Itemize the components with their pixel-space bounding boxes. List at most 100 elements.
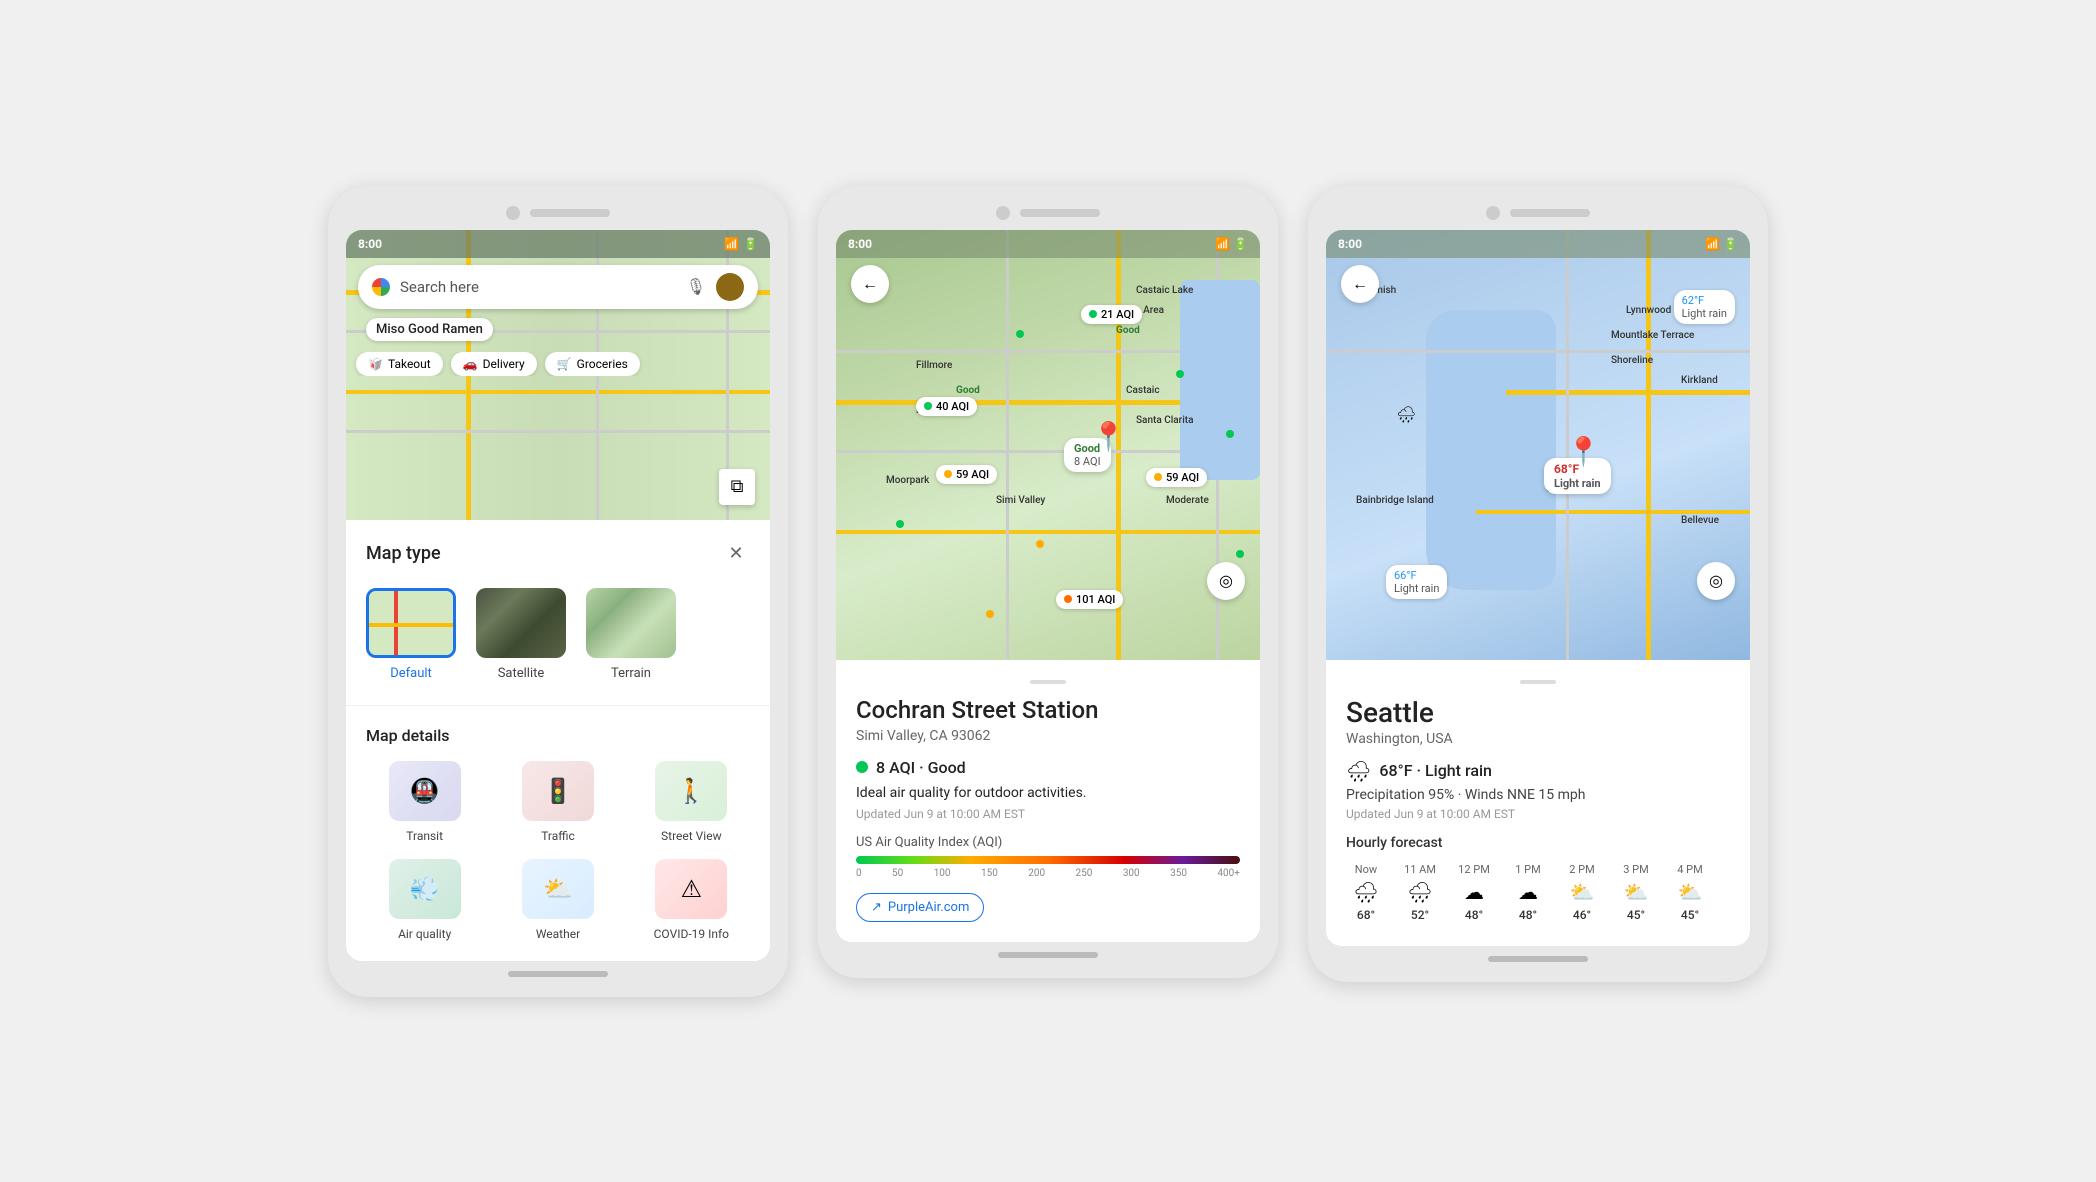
aqi-bar (856, 856, 1240, 864)
hourly-label: Hourly forecast (1346, 835, 1730, 851)
aqi-good-label-2: Good (956, 385, 980, 396)
hourly-time-3: 3 PM (1623, 863, 1648, 876)
hourly-time-11: 11 AM (1404, 863, 1436, 876)
location-name: Cochran Street Station (856, 696, 1240, 724)
phone-1-camera (506, 206, 520, 220)
search-bar[interactable]: Search here 🎙 (358, 265, 758, 309)
detail-transit[interactable]: 🚇 Transit (366, 761, 483, 843)
map-type-sheet: Map type ✕ Default Satellite (346, 520, 770, 961)
filter-groceries[interactable]: 🛒 Groceries (545, 352, 640, 376)
weather-city-kirkland: Kirkland (1681, 375, 1718, 386)
aqi-dot-4 (1154, 473, 1162, 481)
map-type-default[interactable]: Default (366, 588, 456, 681)
aqi-green-dot (856, 761, 868, 773)
street-view-icon: 🚶 (676, 777, 706, 805)
weather-city-mountlake: Mountlake Terrace (1611, 330, 1694, 341)
map-details-grid: 🚇 Transit 🚦 Traffic 🚶 St (366, 761, 750, 941)
status-time: 8:00 (358, 237, 382, 251)
hourly-2pm: 2 PM ⛅ 46° (1562, 863, 1602, 922)
phones-container: DC Engineering Group Noble Fab 8:00 📶 🔋 … (328, 186, 1768, 997)
phone-2-screen: Castaic Lake Rec. Area Fillmore Castaic … (836, 230, 1260, 942)
weather-back-button[interactable]: ← (1341, 265, 1379, 303)
weather-road-h3 (1326, 350, 1750, 353)
detail-air-quality[interactable]: 💨 Air quality (366, 859, 483, 941)
miso-ramen-label[interactable]: Miso Good Ramen (366, 318, 493, 341)
weather-temp-desc: 68°F · Light rain (1379, 761, 1492, 780)
search-text: Search here (400, 278, 676, 296)
weather-current: 🌧 68°F · Light rain (1346, 759, 1730, 783)
aqi-badge-1: 21 AQI (1081, 305, 1142, 324)
covid-icon-bg: ⚠ (655, 859, 727, 919)
home-bar-3 (1488, 956, 1588, 962)
layers-button[interactable]: ⧉ (719, 469, 755, 505)
aqi-scale-100: 100 (934, 868, 951, 879)
map-type-terrain[interactable]: Terrain (586, 588, 676, 681)
weather-status-time: 8:00 (1338, 237, 1362, 251)
rain-cloud-icon-1: 🌧 (1396, 405, 1416, 424)
mic-icon: 🎙 (686, 277, 706, 296)
aqi-scale-400: 400+ (1217, 868, 1240, 879)
map-status-bar: 8:00 📶 🔋 (346, 230, 770, 258)
purple-air-text: PurpleAir.com (888, 900, 969, 915)
filter-bar: 🥡 Takeout 🚗 Delivery 🛒 Groceries (346, 352, 770, 376)
detail-weather[interactable]: ⛅ Weather (499, 859, 616, 941)
map-type-satellite[interactable]: Satellite (476, 588, 566, 681)
battery-icon-2: 🔋 (1233, 237, 1248, 251)
city-name: Seattle (1346, 696, 1730, 729)
phone-3-screen: Lynnwood Mountlake Terrace Shoreline Kir… (1326, 230, 1750, 946)
aqi-dot-3 (944, 470, 952, 478)
hourly-time-1: 1 PM (1515, 863, 1540, 876)
road-h2 (346, 390, 770, 394)
detail-covid[interactable]: ⚠ COVID-19 Info (633, 859, 750, 941)
covid-icon: ⚠ (681, 875, 703, 903)
weather-city-lynnwood: Lynnwood (1626, 305, 1671, 316)
aqi-dot-5 (1064, 595, 1072, 603)
aqi-badge-5: 101 AQI (1056, 590, 1123, 609)
hourly-icon-3: ⛅ (1624, 880, 1649, 904)
detail-transit-label: Transit (406, 829, 443, 843)
weather-drag-handle (1520, 680, 1556, 684)
hourly-now: Now 🌧 68° (1346, 863, 1386, 922)
phone-2-top-bar (836, 206, 1260, 220)
detail-street-view[interactable]: 🚶 Street View (633, 761, 750, 843)
aqi-location-button[interactable]: ◎ (1207, 562, 1245, 600)
weather-badge-1: 62°FLight rain (1674, 290, 1735, 324)
hourly-time-now: Now (1355, 863, 1377, 876)
map-type-default-label: Default (390, 666, 432, 681)
user-avatar[interactable] (716, 273, 744, 301)
aqi-scale-0: 0 (856, 868, 862, 879)
phone-3-top-bar (1326, 206, 1750, 220)
aqi-city-6: Santa Clarita (1136, 415, 1194, 426)
hourly-temp-12: 48° (1465, 908, 1483, 922)
status-icons: 📶 🔋 (724, 237, 758, 251)
green-dot-1 (1016, 330, 1024, 338)
weather-badge-2: 66°FLight rain (1386, 565, 1447, 599)
hourly-temp-1: 48° (1519, 908, 1537, 922)
weather-icon-bg: ⛅ (522, 859, 594, 919)
location-address: Simi Valley, CA 93062 (856, 728, 1240, 744)
aqi-city-8: Simi Valley (996, 495, 1045, 506)
hourly-time-2: 2 PM (1569, 863, 1594, 876)
filter-takeout[interactable]: 🥡 Takeout (356, 352, 443, 376)
aqi-description: Ideal air quality for outdoor activities… (856, 785, 1240, 801)
weather-location-button[interactable]: ◎ (1697, 562, 1735, 600)
filter-delivery[interactable]: 🚗 Delivery (451, 352, 537, 376)
phone-1-screen: DC Engineering Group Noble Fab 8:00 📶 🔋 … (346, 230, 770, 961)
hourly-icon-4: ⛅ (1678, 880, 1703, 904)
aqi-road-v3 (1006, 230, 1009, 660)
detail-traffic[interactable]: 🚦 Traffic (499, 761, 616, 843)
sheet-header: Map type ✕ (366, 540, 750, 568)
traffic-icon-bg: 🚦 (522, 761, 594, 821)
phone-3-speaker (1510, 209, 1590, 217)
aqi-dot-2 (924, 402, 932, 410)
close-button[interactable]: ✕ (722, 540, 750, 568)
phone-2-speaker (1020, 209, 1100, 217)
green-dot-4 (896, 520, 904, 528)
aqi-back-button[interactable]: ← (851, 265, 889, 303)
detail-air-label: Air quality (398, 927, 451, 941)
aqi-dot-1 (1089, 310, 1097, 318)
aqi-scale-200: 200 (1028, 868, 1045, 879)
hourly-5pm: 5 PM ⛅ 42° (1724, 863, 1730, 922)
purple-air-link[interactable]: ↗ PurpleAir.com (856, 893, 984, 922)
weather-info-panel: Seattle Washington, USA 🌧 68°F · Light r… (1326, 660, 1750, 946)
